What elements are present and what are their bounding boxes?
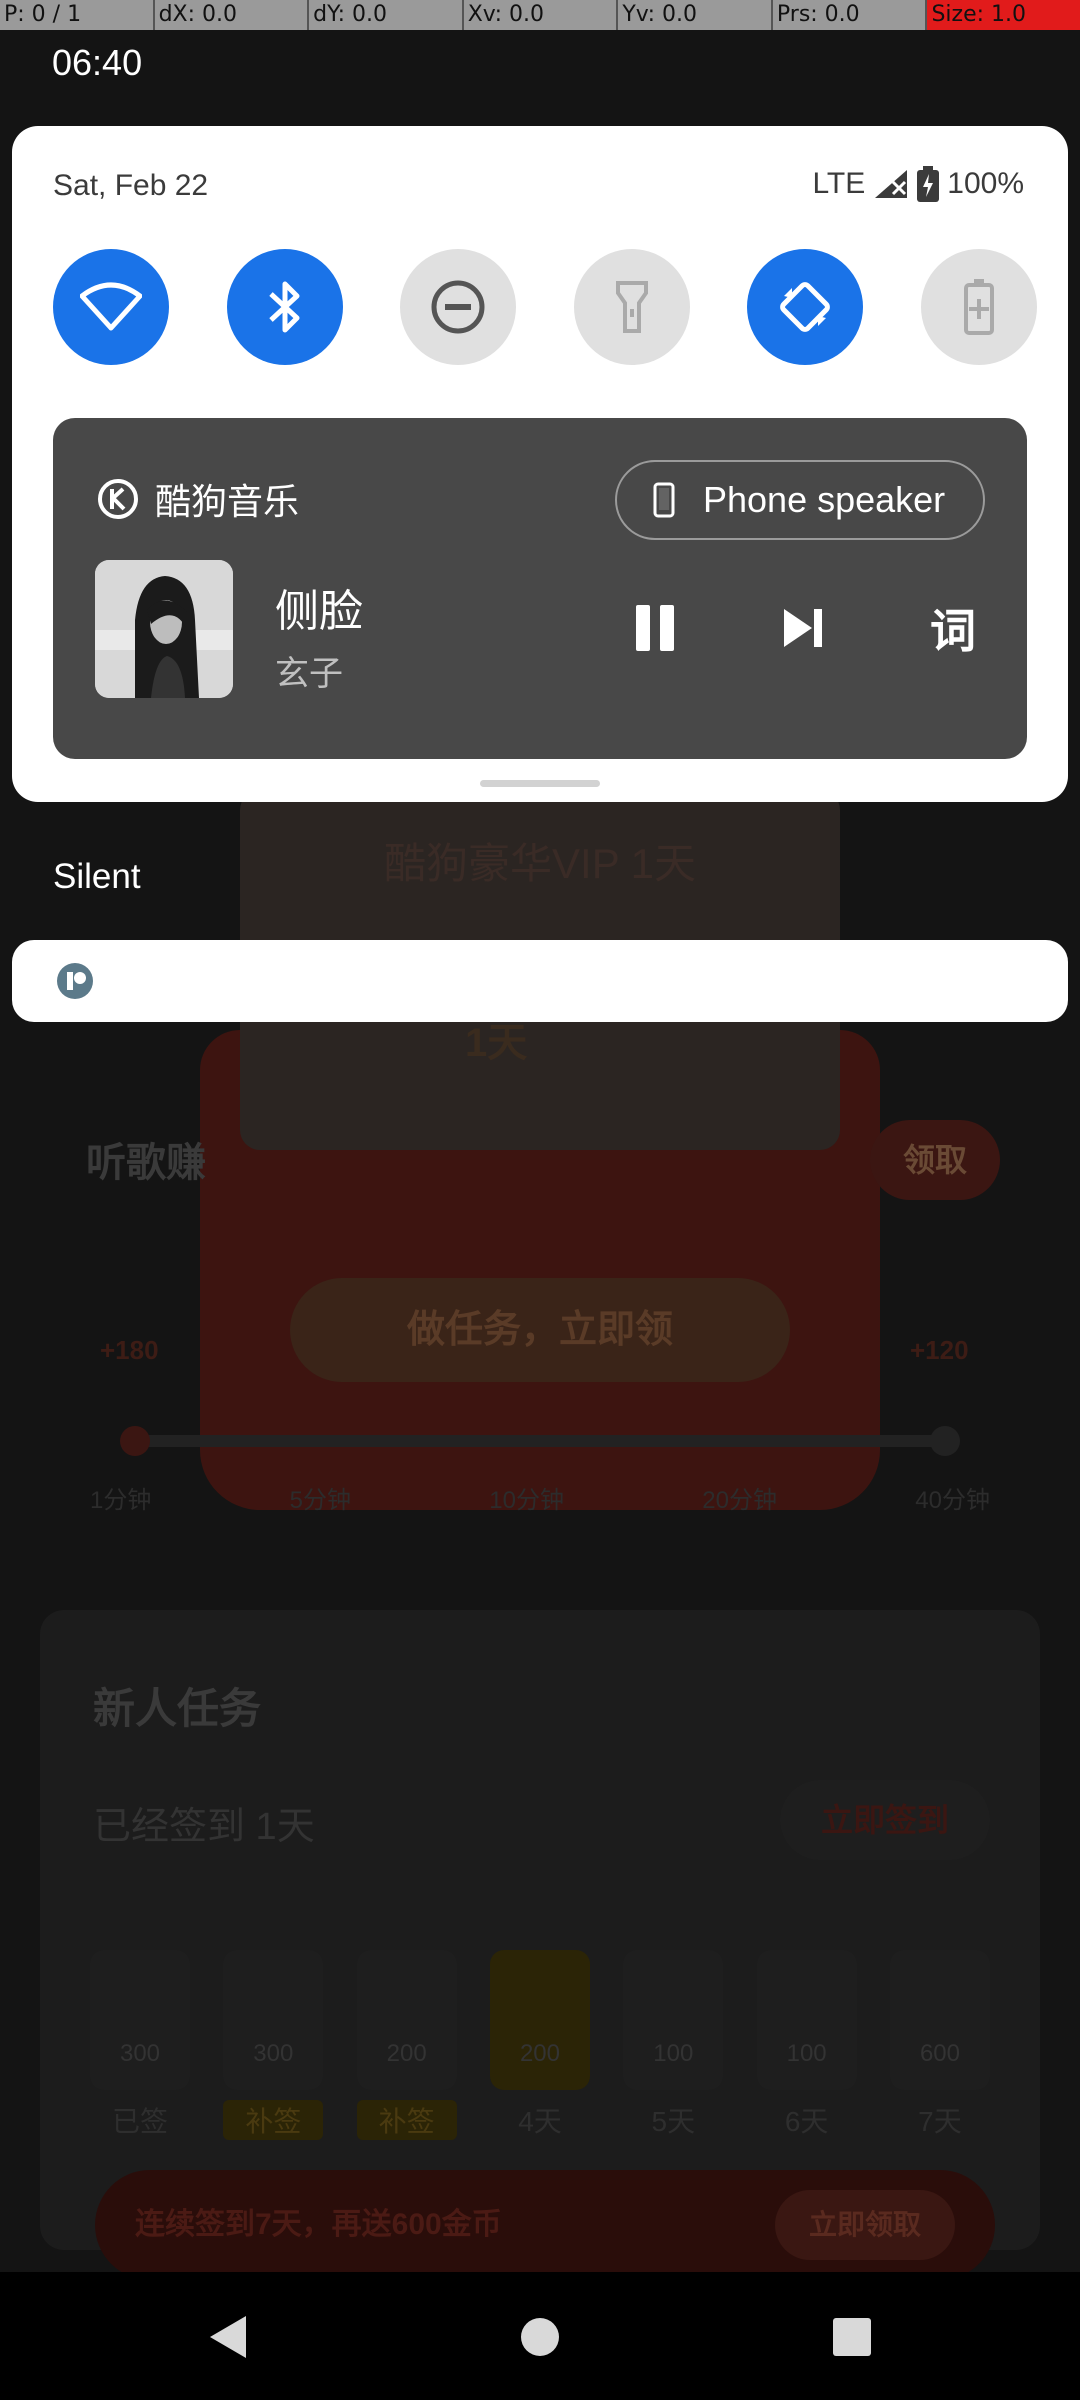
next-track-button[interactable] [775,600,831,656]
skip-next-icon [784,609,822,647]
day-label: 7天 [918,2106,962,2137]
media-app-name: 酷狗音乐 [155,481,300,522]
pause-icon [636,605,674,651]
qs-tiles [53,249,1037,365]
drag-handle[interactable] [480,780,600,787]
listen-label: 听歌赚 [86,1141,206,1185]
network-type: LTE [812,167,866,200]
day-cell: 100 [756,1950,857,2090]
navigation-bar [0,2272,1080,2400]
minute-labels: 1分钟 5分钟 10分钟 20分钟 40分钟 [90,1480,990,1515]
home-icon [521,2318,559,2356]
battery-saver-tile[interactable] [920,249,1037,365]
day-cell-current: 200 [489,1950,590,2090]
day-label: 6天 [784,2106,829,2137]
reward-right: +120 [910,1335,969,1365]
album-art [95,560,233,698]
debug-xv: Xv: 0.0 [464,0,619,30]
bluetooth-icon [268,281,300,333]
reward-left: +180 [100,1335,159,1365]
minute-label: 1分钟 [90,1487,152,1514]
day-label: 4天 [518,2106,562,2137]
media-player-card[interactable]: 酷狗音乐 Phone speaker 侧脸 玄子 词 [53,418,1027,759]
phone-icon [653,482,675,518]
app-notification-icon [56,962,94,1005]
silent-section-label: Silent [53,857,141,896]
streak-claim-button[interactable]: 立即领取 [775,2190,955,2260]
vip-title: 酷狗豪华VIP 1天 [384,840,696,887]
signal-icon [873,168,909,200]
progress-start-dot [120,1426,150,1456]
minute-label: 20分钟 [702,1487,777,1514]
day-label-makeup: 补签 [356,2100,457,2140]
debug-dx: dX: 0.0 [155,0,310,30]
day-cell: 100 [623,1950,724,2090]
signed-text: 已经签到 1天 [93,1806,315,1848]
qs-date[interactable]: Sat, Feb 22 [53,169,208,203]
auto-rotate-tile[interactable] [747,249,864,365]
kugou-logo-icon [98,479,138,519]
day-label: 已签 [111,2106,168,2137]
dnd-icon [431,280,485,334]
flashlight-icon [615,281,648,333]
sign-days: 300 300 200 200 100 100 600 [90,1950,990,2090]
bluetooth-tile[interactable] [226,249,343,365]
lyrics-button[interactable]: 词 [921,598,985,658]
output-switcher[interactable]: Phone speaker [615,460,985,540]
sign-in-button[interactable]: 立即签到 [780,1780,990,1860]
minute-label: 5分钟 [289,1487,351,1514]
debug-size: Size: 1.0 [927,0,1080,30]
day-label-makeup: 补签 [223,2100,324,2140]
pause-button[interactable] [627,600,683,656]
status-time: 06:40 [52,42,143,83]
progress-end-dot [930,1426,960,1456]
home-button[interactable] [510,2312,570,2362]
back-icon [210,2316,246,2358]
pointer-debug-bar: P: 0 / 1 dX: 0.0 dY: 0.0 Xv: 0.0 Yv: 0.0… [0,0,1080,30]
day-cell: 200 [356,1950,457,2090]
output-label: Phone speaker [703,479,946,520]
debug-prs: Prs: 0.0 [773,0,928,30]
silent-notification[interactable] [12,940,1068,1022]
recents-button[interactable] [822,2312,882,2362]
flashlight-tile[interactable] [573,249,690,365]
day-cell: 300 [90,1950,190,2090]
day-cell: 300 [223,1950,324,2090]
quick-settings-panel: Sat, Feb 22 LTE 100% 酷狗音乐 Phone speaker … [12,126,1068,802]
song-artist: 玄子 [275,655,343,693]
qs-status-icons: LTE 100% [812,166,1024,202]
battery-saver-icon [963,279,994,335]
listen-progress [120,1426,960,1456]
streak-text: 连续签到7天，再送600金币 [135,2208,502,2241]
battery-percent: 100% [947,167,1024,200]
wifi-icon [80,282,142,331]
task-button[interactable]: 做任务，立即领 [290,1278,790,1382]
day-label: 5天 [651,2106,696,2137]
battery-icon [917,166,940,202]
recents-icon [833,2318,871,2356]
back-button[interactable] [198,2312,258,2362]
claim-button[interactable]: 领取 [870,1120,1000,1200]
debug-pointer: P: 0 / 1 [0,0,155,30]
day-cell: 600 [889,1950,990,2090]
debug-dy: dY: 0.0 [309,0,464,30]
song-title: 侧脸 [275,587,363,636]
debug-yv: Yv: 0.0 [618,0,773,30]
sign-day-labels: 已签 补签 补签 4天 5天 6天 7天 [90,2100,990,2140]
media-app-header: 酷狗音乐 [97,473,299,525]
new-user-title: 新人任务 [93,1685,262,1732]
dnd-tile[interactable] [400,249,517,365]
rotate-icon [780,282,831,332]
minute-label: 10分钟 [489,1487,564,1514]
wifi-tile[interactable] [53,249,169,365]
minute-label: 40分钟 [915,1487,990,1514]
streak-banner: 连续签到7天，再送600金币 立即领取 [95,2170,995,2280]
